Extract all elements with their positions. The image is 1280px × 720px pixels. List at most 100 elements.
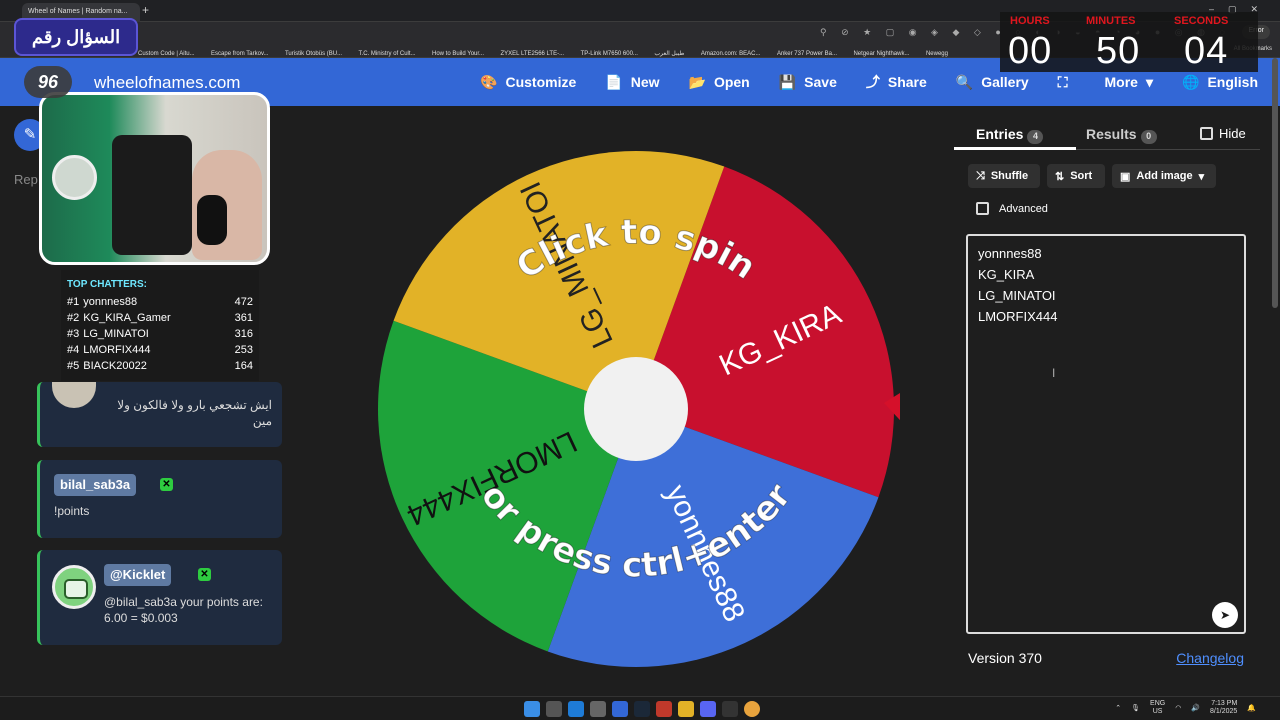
chatter-count: 316 xyxy=(234,328,253,340)
bookmark-item[interactable]: Amazon.com: BEAC... xyxy=(701,51,761,57)
chat-message: bilal_sab3a ✕ !points xyxy=(37,460,282,538)
chatter-rank-name: #2 KG_KIRA_Gamer xyxy=(67,312,171,328)
save-icon: 💾 xyxy=(778,73,797,90)
hide-toggle[interactable]: Hide xyxy=(1200,126,1246,141)
page-scrollbar[interactable] xyxy=(1272,58,1278,308)
nav-item-new[interactable]: 📄 New xyxy=(605,74,659,91)
bookmark-item[interactable]: How to Build Your... xyxy=(432,51,484,57)
new-tab-icon[interactable]: + xyxy=(142,3,149,17)
hide-checkbox[interactable] xyxy=(1200,127,1213,140)
top-chatters-panel: TOP CHATTERS: #1 yonnnes88 472 #2 KG_KIRA_Ga… xyxy=(61,270,259,381)
wifi-icon[interactable]: ◠ xyxy=(1175,704,1181,712)
bookmark-item[interactable]: Turistik Otobüs (BU... xyxy=(285,51,342,57)
nav-item-english[interactable]: 🌐 English xyxy=(1182,74,1258,91)
chatter-rank: #1 xyxy=(67,296,80,308)
countdown-timer: HOURS MINUTES SECONDS 00 50 04 xyxy=(1000,12,1258,72)
top-chatter-row: #3 LG_MINATOI 316 xyxy=(67,328,253,344)
audio-app-icon[interactable] xyxy=(722,701,738,717)
volume-icon[interactable]: 🔊 xyxy=(1191,704,1200,712)
chat-username[interactable]: @Kicklet xyxy=(104,564,172,586)
advanced-toggle[interactable]: Advanced xyxy=(976,202,1048,215)
wheel-hub[interactable] xyxy=(584,357,688,461)
chevron-up-icon[interactable]: ⌃ xyxy=(1115,704,1121,712)
nav-item-more[interactable]: More ▾ xyxy=(1105,74,1153,91)
clock-date: 8/1/2025 xyxy=(1210,708,1238,715)
bookmark-item[interactable]: طيبل العرب xyxy=(654,50,684,57)
bookmark-item[interactable]: Custom Code | Aitu... xyxy=(138,51,195,57)
nav-item-label: Gallery xyxy=(981,74,1029,90)
input-language[interactable]: ENG US xyxy=(1150,700,1165,716)
palette-icon: 🎨 xyxy=(480,73,498,90)
bookmark-item[interactable]: TP-Link M7650 600... xyxy=(581,51,638,57)
mic-icon[interactable]: 🎙 xyxy=(1131,704,1140,712)
bookmark-item[interactable]: Netgear Nighthawk... xyxy=(853,51,909,57)
search-icon: 🔍 xyxy=(955,73,974,90)
chat-message-text: !points xyxy=(54,504,90,518)
entry-line[interactable]: KG_KIRA xyxy=(978,267,1234,288)
webcam-headphones xyxy=(197,195,227,245)
top-chatter-row: #4 LMORFIX444 253 xyxy=(67,344,253,360)
top-chatter-row: #5 BIACK20022 164 xyxy=(67,360,253,376)
steam-icon[interactable] xyxy=(634,701,650,717)
windows-start-icon[interactable] xyxy=(524,701,540,717)
add-image-button[interactable]: ▣ Add image ▾ xyxy=(1112,164,1216,188)
lang-code: ENG xyxy=(1150,700,1166,707)
nav-item-share[interactable]: ⤴ Share xyxy=(866,72,927,92)
entry-line[interactable]: LG_MINATOI xyxy=(978,288,1234,309)
entry-line[interactable]: yonnnes88 xyxy=(978,246,1234,267)
site-logo[interactable]: wheelofnames.com xyxy=(94,73,240,93)
image-icon: ▣ xyxy=(1120,170,1131,183)
taskbar-apps xyxy=(524,701,760,717)
chatter-rank-name: #1 yonnnes88 xyxy=(67,296,137,312)
nav-item-fullscreen[interactable]: ⛶ xyxy=(1058,74,1076,91)
nav-item-label: English xyxy=(1207,74,1258,90)
system-clock[interactable]: 7:13 PM 8/1/2025 xyxy=(1210,700,1237,716)
timer-minutes-label: MINUTES xyxy=(1086,15,1136,27)
tab-entries[interactable]: Entries 4 xyxy=(976,126,1044,144)
chrome-icon[interactable] xyxy=(744,701,760,717)
nav-item-open[interactable]: 📂 Open xyxy=(689,74,750,91)
nav-item-save[interactable]: 💾 Save xyxy=(779,74,837,91)
file-explorer-icon[interactable] xyxy=(678,701,694,717)
version-label: Version 370 xyxy=(968,650,1042,666)
fullscreen-icon: ⛶ xyxy=(1057,73,1068,90)
chat-message: ايش تشجعي بارو ولا فالكون ولا مين xyxy=(37,382,282,447)
advanced-checkbox[interactable] xyxy=(976,202,989,215)
nav-item-gallery[interactable]: 🔍 Gallery xyxy=(956,74,1029,91)
timer-hours-label: HOURS xyxy=(1010,15,1050,27)
webcam-overlay xyxy=(39,92,270,265)
sort-button[interactable]: ⇅ Sort xyxy=(1047,164,1105,188)
panel-tabs: Entries 4 Results 0 Hide xyxy=(954,110,1260,150)
bookmark-item[interactable]: ZYXEL LTE2566 LTE-... xyxy=(501,51,565,57)
search-icon[interactable] xyxy=(546,701,562,717)
discord-icon[interactable] xyxy=(700,701,716,717)
notification-bell-icon[interactable]: 🔔 xyxy=(1247,704,1256,712)
bookmark-item[interactable]: Newegg xyxy=(926,51,948,57)
app-icon[interactable] xyxy=(656,701,672,717)
chatter-name: LG_MINATOI xyxy=(83,328,149,340)
chat-message-text: ايش تشجعي بارو ولا فالكون ولا مين xyxy=(117,398,272,428)
add-image-label: Add image xyxy=(1136,170,1193,182)
hide-label: Hide xyxy=(1219,126,1246,141)
question-title-banner: السؤال رقم xyxy=(14,18,138,56)
changelog-link[interactable]: Changelog xyxy=(1176,650,1244,666)
tab-results[interactable]: Results 0 xyxy=(1086,126,1157,144)
wheel-graphic[interactable]: KG_KIRAyonnnes88LMORFIX444LG_MINATOIClic… xyxy=(372,145,900,673)
nav-item-customize[interactable]: 🎨 Customize xyxy=(480,74,576,91)
store-icon[interactable] xyxy=(590,701,606,717)
nav-item-label: Open xyxy=(713,74,750,90)
entries-textarea[interactable]: yonnnes88 KG_KIRA LG_MINATOI LMORFIX444 ➤ xyxy=(966,234,1246,634)
bookmark-item[interactable]: Anker 737 Power Ba... xyxy=(777,51,837,57)
chatter-count: 253 xyxy=(234,344,253,356)
bookmark-item[interactable]: T.C. Ministry of Cult... xyxy=(359,51,416,57)
shuffle-button[interactable]: ⤨ Shuffle xyxy=(968,164,1040,188)
bookmark-item[interactable]: Escape from Tarkov... xyxy=(211,51,268,57)
edge-icon[interactable] xyxy=(568,701,584,717)
lang-region: US xyxy=(1152,708,1163,715)
wheel[interactable]: KG_KIRA yonnnes88 LMORFIX444 LG_MINATOI Clic… xyxy=(372,145,900,673)
chat-username[interactable]: bilal_sab3a xyxy=(54,474,137,496)
photos-icon[interactable] xyxy=(612,701,628,717)
entry-line[interactable]: LMORFIX444 xyxy=(978,309,1234,330)
top-chatter-row: #1 yonnnes88 472 xyxy=(67,296,253,312)
grammarly-icon[interactable]: ➤ xyxy=(1212,602,1238,628)
